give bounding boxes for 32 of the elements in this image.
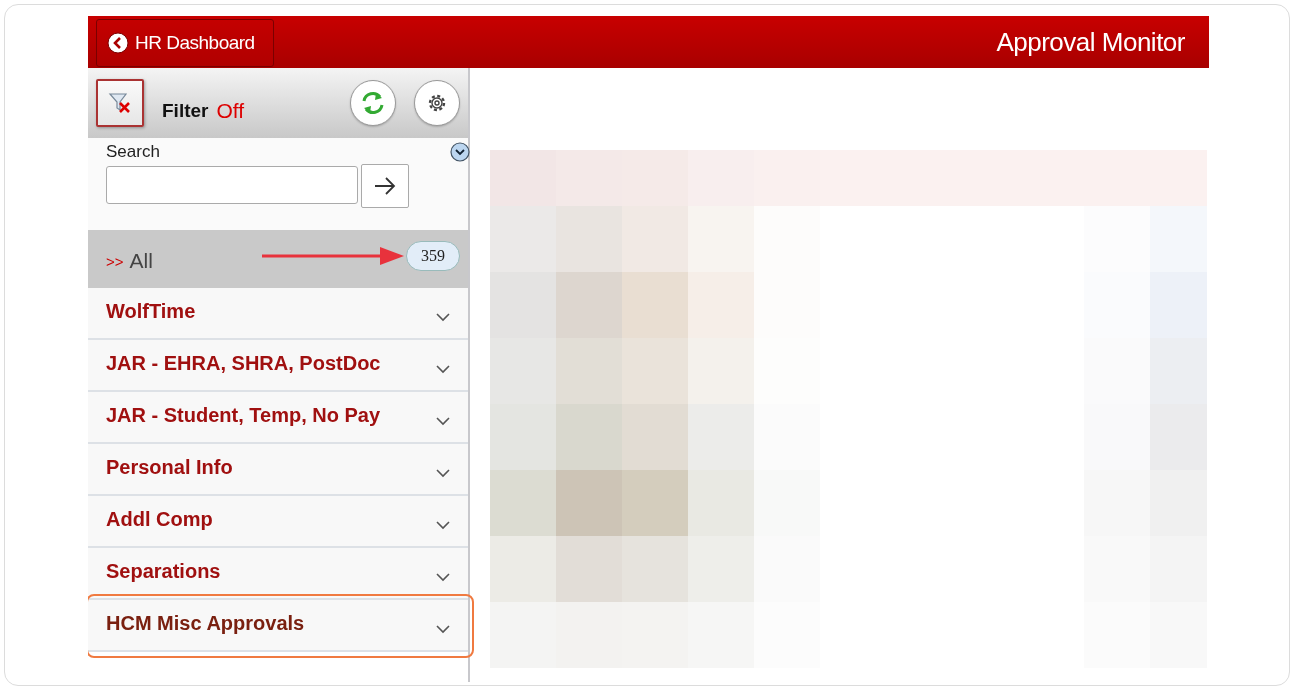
back-icon — [107, 32, 129, 54]
all-label[interactable]: All — [129, 249, 153, 273]
filter-label: Filter — [162, 100, 209, 122]
chevron-icon — [436, 624, 450, 634]
settings-button[interactable] — [414, 80, 460, 126]
category-item[interactable]: WolfTime — [88, 288, 468, 340]
count-badge: 359 — [406, 241, 460, 271]
chevron-icon — [436, 520, 450, 530]
clear-filter-button[interactable] — [96, 79, 144, 127]
page-title: Approval Monitor — [996, 26, 1185, 58]
chevron-icon — [436, 312, 450, 322]
category-item[interactable]: JAR - Student, Temp, No Pay — [88, 392, 468, 444]
category-item[interactable]: HCM Misc Approvals — [88, 600, 468, 652]
arrow-right-icon — [374, 177, 396, 195]
category-item[interactable]: Personal Info — [88, 444, 468, 496]
search-field[interactable] — [106, 166, 358, 204]
search-label: Search — [106, 142, 161, 162]
settings-icon — [426, 92, 448, 114]
search-go-button[interactable] — [361, 164, 409, 208]
filter-status: Off — [216, 99, 245, 123]
filter-clear-icon — [108, 92, 132, 114]
expand-icon[interactable] — [450, 142, 470, 162]
chevron-icon — [436, 468, 450, 478]
back-button[interactable]: HR Dashboard — [96, 19, 274, 67]
category-item[interactable]: Addl Comp — [88, 496, 468, 548]
chevron-icon — [436, 572, 450, 582]
refresh-button[interactable] — [350, 80, 396, 126]
chevron-icon — [436, 416, 450, 426]
marker-text: >> — [106, 252, 124, 270]
category-item[interactable]: Separations — [88, 548, 468, 600]
category-item[interactable]: JAR - EHRA, SHRA, PostDoc — [88, 340, 468, 392]
chevron-icon — [436, 364, 450, 374]
